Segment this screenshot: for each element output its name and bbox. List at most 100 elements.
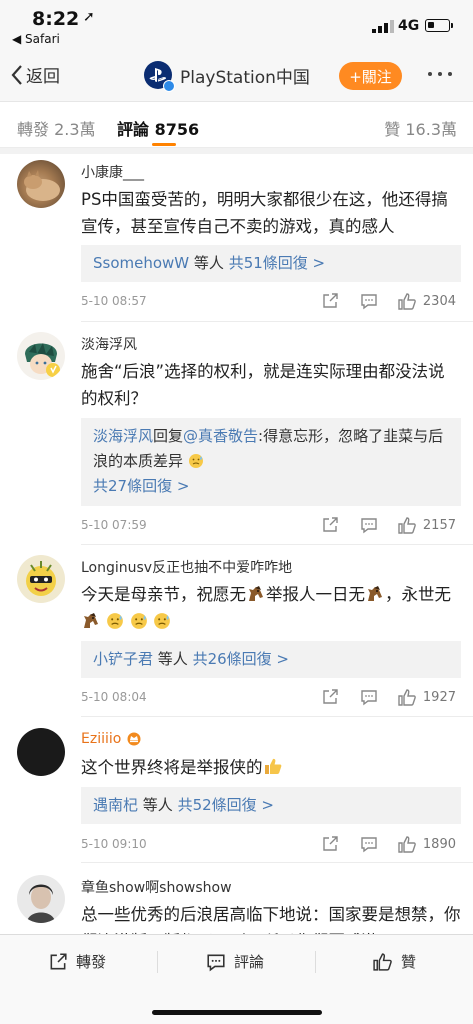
comment-username[interactable]: Longinusv反正也抽不中爱咋咋地: [81, 557, 292, 577]
verified-badge-icon: [163, 80, 175, 92]
tab-reposts[interactable]: 轉發 2.3萬: [17, 116, 96, 140]
comment-meta: 5-10 08:04 1927: [81, 688, 461, 708]
active-tab-indicator: [152, 143, 176, 146]
more-options-icon[interactable]: [428, 72, 452, 76]
comment-date: 5-10 09:10: [81, 837, 147, 851]
sweat-emoji-icon: [188, 454, 203, 468]
share-icon[interactable]: [321, 835, 339, 853]
account-header[interactable]: PlayStation中国: [144, 61, 310, 92]
tab-likes[interactable]: 贊 16.3萬: [384, 116, 457, 140]
avatar[interactable]: [17, 332, 65, 380]
like-icon[interactable]: [397, 292, 417, 311]
comment-date: 5-10 08:04: [81, 690, 147, 704]
like-icon[interactable]: [397, 835, 417, 854]
horse-emoji-icon: [84, 613, 98, 628]
comment-username[interactable]: 淡海浮风: [81, 334, 137, 354]
avatar[interactable]: [17, 875, 65, 923]
comment-divider: [81, 862, 473, 863]
bottom-bar-divider: [157, 951, 158, 973]
replies-others-text: 等人: [189, 254, 229, 272]
avatar[interactable]: [17, 728, 65, 776]
comment-date: 5-10 07:59: [81, 518, 147, 532]
network-type: 4G: [398, 18, 420, 34]
replies-preview[interactable]: SsomehowW 等人 共51條回復 >: [81, 245, 461, 282]
reply-user-link[interactable]: SsomehowW: [93, 254, 189, 272]
account-name: PlayStation中国: [180, 67, 310, 88]
comment-button[interactable]: 評論: [206, 951, 264, 972]
share-icon[interactable]: [321, 688, 339, 706]
reply-user-link[interactable]: 遇南杞: [93, 796, 138, 814]
replies-preview[interactable]: 淡海浮风回复@真香敬告:得意忘形，忽略了韭菜与后浪的本质差异 共27條回復 >: [81, 418, 461, 506]
comment-icon[interactable]: [360, 292, 378, 310]
comment-meta: 5-10 09:10 1890: [81, 835, 461, 855]
reply-verb: 回复: [153, 427, 184, 445]
cellular-signal-icon: [372, 20, 394, 33]
repost-icon: [50, 952, 67, 969]
avatar[interactable]: [17, 160, 65, 208]
repost-button[interactable]: 轉發: [48, 951, 106, 972]
comment-text-part: 举报人一日无: [266, 585, 365, 604]
comment-text: 今天是母亲节，祝愿无 举报人一日无 ，永世无: [81, 581, 461, 635]
sweat-emoji-icon: [107, 613, 124, 629]
comment-icon[interactable]: [360, 688, 378, 706]
replies-preview[interactable]: 遇南杞 等人 共52條回復 >: [81, 787, 461, 824]
comment-date: 5-10 08:57: [81, 294, 147, 308]
status-time: 8:22: [32, 8, 80, 30]
battery-icon: [425, 19, 450, 32]
reply-user-link[interactable]: 小铲子君: [93, 650, 153, 668]
comment-text: 总一些优秀的后浪居高临下地说：国家要是想禁，你们连港版日版都买不到，所以你们要感…: [81, 905, 461, 934]
comment-divider: [81, 321, 473, 322]
chevron-left-icon: [11, 64, 22, 85]
comment-username[interactable]: 章鱼show啊showshow: [81, 877, 232, 897]
horse-emoji-icon: [249, 586, 263, 601]
like-label: 贊: [401, 953, 417, 971]
reply-mention-link[interactable]: @真香敬告: [183, 427, 258, 445]
tab-comments[interactable]: 評論 8756: [117, 116, 199, 140]
comment-icon[interactable]: [360, 835, 378, 853]
section-divider: [0, 148, 473, 154]
replies-count-link[interactable]: 共52條回復 >: [178, 796, 274, 814]
like-icon[interactable]: [397, 516, 417, 535]
like-icon: [373, 952, 392, 971]
comment-icon: [207, 954, 225, 971]
sweat-emoji-icon: [153, 613, 170, 629]
back-button[interactable]: 返回: [10, 62, 60, 87]
replies-others-text: 等人: [138, 796, 178, 814]
location-arrow-icon: ➚: [83, 9, 95, 25]
crown-badge-icon: [127, 732, 141, 746]
replies-count-link[interactable]: 共26條回復 >: [193, 650, 289, 668]
comment-text-part: 这个世界终将是举报侠的: [81, 758, 263, 777]
like-icon[interactable]: [397, 688, 417, 707]
reply-user-link[interactable]: 淡海浮风: [93, 427, 153, 445]
comment-text: 这个世界终将是举报侠的: [81, 754, 461, 781]
share-icon[interactable]: [321, 292, 339, 310]
comment-text: PS中国蛮受苦的，明明大家都很少在这，他还得搞宣传，甚至宣传自己不卖的游戏，真的…: [81, 190, 448, 236]
nav-bar: 返回 PlayStation中国 +關注: [0, 50, 473, 102]
replies-preview[interactable]: 小铲子君 等人 共26條回復 >: [81, 641, 461, 678]
comment-username[interactable]: 小康康___: [81, 162, 144, 182]
comment-meta: 5-10 07:59 2157: [81, 516, 461, 536]
playstation-logo-icon: [144, 61, 175, 92]
like-count: 1927: [422, 690, 456, 705]
replies-others-text: 等人: [153, 650, 193, 668]
status-bar: 8:22 ➚ ◀ Safari 4G: [0, 0, 473, 50]
horse-emoji-icon: [368, 586, 382, 601]
share-icon[interactable]: [321, 516, 339, 534]
avatar[interactable]: [17, 555, 65, 603]
comment-username[interactable]: Eziiiio: [81, 731, 142, 747]
comment-divider: [81, 716, 473, 717]
home-indicator[interactable]: [152, 1010, 322, 1015]
bottom-bar-divider: [315, 951, 316, 973]
like-count: 1890: [422, 837, 456, 852]
back-to-safari-link[interactable]: ◀ Safari: [12, 32, 60, 46]
repost-label: 轉發: [76, 953, 107, 971]
follow-button[interactable]: +關注: [339, 62, 402, 90]
comment-meta: 5-10 08:57 2304: [81, 292, 461, 312]
replies-count-link[interactable]: 共51條回復 >: [229, 254, 325, 272]
tab-bar: 轉發 2.3萬 評論 8756 贊 16.3萬: [0, 102, 473, 148]
battery-tip-icon: [451, 23, 453, 28]
comment-icon[interactable]: [360, 516, 378, 534]
like-button[interactable]: 贊: [372, 951, 416, 972]
replies-count-link[interactable]: 共27條回復 >: [93, 477, 189, 495]
comment-text-part: ，永世无: [385, 585, 451, 604]
